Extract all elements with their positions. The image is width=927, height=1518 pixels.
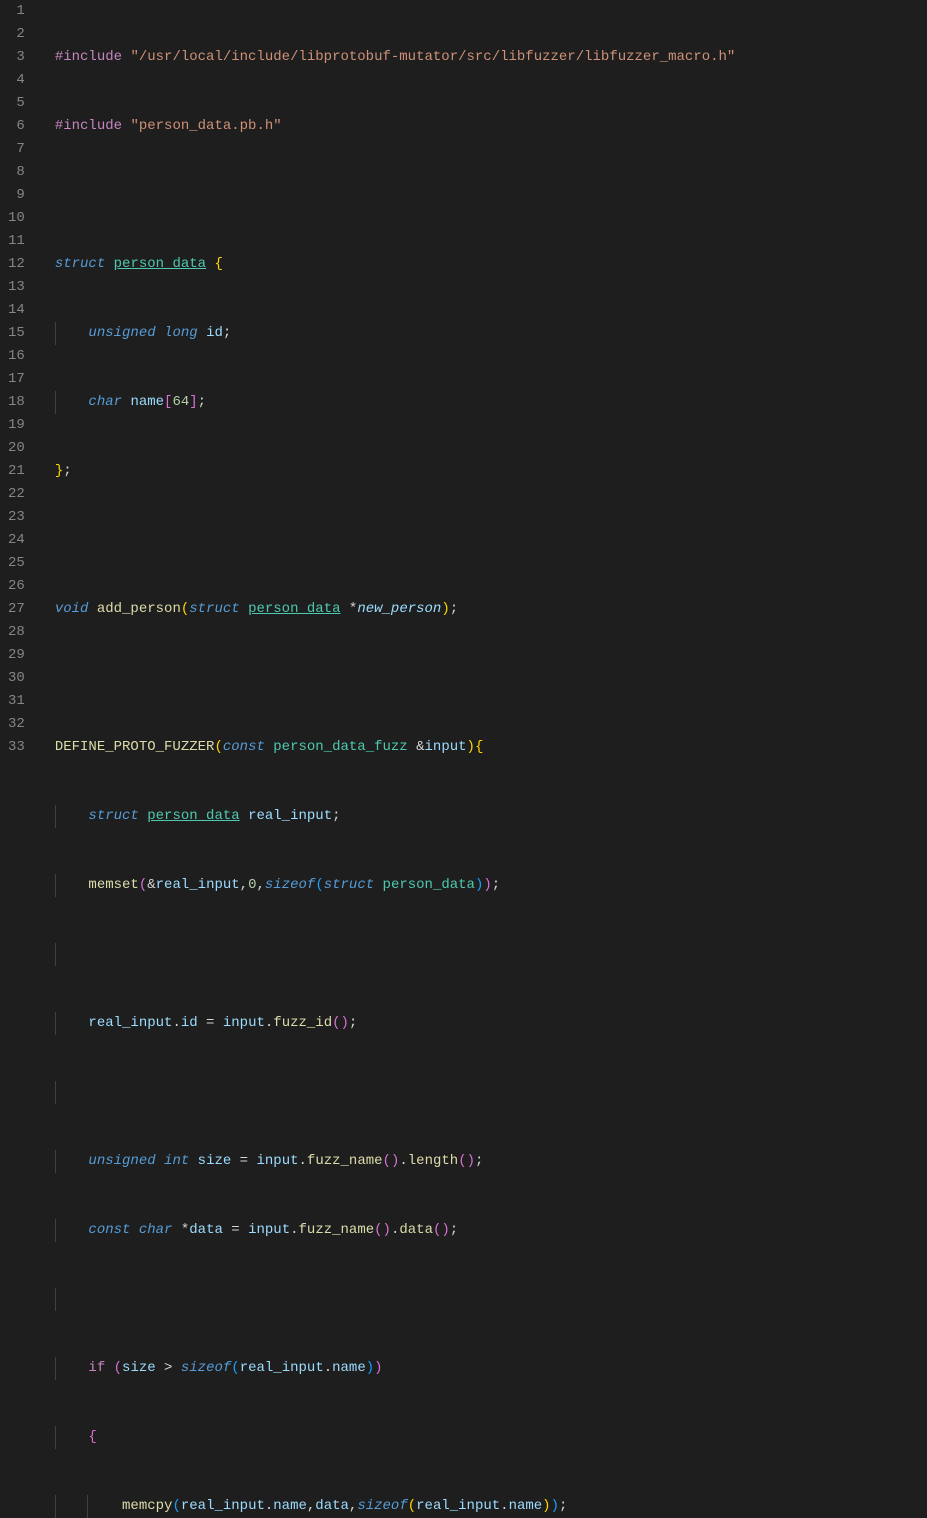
code-line[interactable]: struct person_data real_input; — [55, 805, 736, 828]
line-number: 30 — [8, 667, 25, 690]
line-number: 14 — [8, 299, 25, 322]
preprocessor: #include — [55, 118, 122, 134]
line-number: 25 — [8, 552, 25, 575]
brace: { — [214, 256, 222, 272]
keyword: const — [223, 739, 265, 755]
line-number: 2 — [8, 23, 25, 46]
code-line[interactable]: const char *data = input.fuzz_name().dat… — [55, 1219, 736, 1242]
type: person_data — [147, 808, 239, 824]
line-number: 11 — [8, 230, 25, 253]
code-line[interactable]: unsigned int size = input.fuzz_name().le… — [55, 1150, 736, 1173]
number: 0 — [248, 877, 256, 893]
line-number: 3 — [8, 46, 25, 69]
line-number: 9 — [8, 184, 25, 207]
operator: sizeof — [265, 877, 315, 893]
line-number: 28 — [8, 621, 25, 644]
line-number: 27 — [8, 598, 25, 621]
brace: { — [88, 1429, 96, 1445]
line-number: 17 — [8, 368, 25, 391]
code-line[interactable]: void add_person(struct person_data *new_… — [55, 598, 736, 621]
identifier: id — [206, 325, 223, 341]
function: memset — [88, 877, 138, 893]
macro: DEFINE_PROTO_FUZZER — [55, 739, 215, 755]
keyword-if: if — [88, 1360, 105, 1376]
code-line[interactable]: memset(&real_input,0,sizeof(struct perso… — [55, 874, 736, 897]
line-number: 24 — [8, 529, 25, 552]
keyword: void — [55, 601, 89, 617]
code-line[interactable]: DEFINE_PROTO_FUZZER(const person_data_fu… — [55, 736, 736, 759]
parameter: input — [425, 739, 467, 755]
line-number: 23 — [8, 506, 25, 529]
line-number: 8 — [8, 161, 25, 184]
keyword: char — [88, 394, 122, 410]
line-number: 10 — [8, 207, 25, 230]
line-number: 22 — [8, 483, 25, 506]
line-number: 18 — [8, 391, 25, 414]
keyword: struct — [189, 601, 239, 617]
brace: { — [475, 739, 483, 755]
code-line[interactable]: { — [55, 1426, 736, 1449]
code-line[interactable] — [55, 184, 736, 207]
line-number: 32 — [8, 713, 25, 736]
type: person_data_fuzz — [273, 739, 407, 755]
code-line[interactable]: real_input.id = input.fuzz_id(); — [55, 1012, 736, 1035]
line-number: 29 — [8, 644, 25, 667]
code-line[interactable] — [55, 1081, 736, 1104]
code-line[interactable]: char name[64]; — [55, 391, 736, 414]
line-number: 33 — [8, 736, 25, 759]
code-editor[interactable]: 1 2 3 4 5 6 7 8 9 10 11 12 13 14 15 16 1… — [0, 0, 927, 759]
line-number: 1 — [8, 0, 25, 23]
code-line[interactable] — [55, 667, 736, 690]
string: "person_data.pb.h" — [130, 118, 281, 134]
line-number: 7 — [8, 138, 25, 161]
keyword: long — [164, 325, 198, 341]
code-line[interactable]: struct person_data { — [55, 253, 736, 276]
line-number: 26 — [8, 575, 25, 598]
preprocessor: #include — [55, 49, 122, 65]
line-number: 12 — [8, 253, 25, 276]
code-area[interactable]: #include "/usr/local/include/libprotobuf… — [43, 0, 736, 759]
code-line[interactable] — [55, 943, 736, 966]
line-number: 15 — [8, 322, 25, 345]
identifier: name — [130, 394, 164, 410]
string: "/usr/local/include/libprotobuf-mutator/… — [130, 49, 735, 65]
parameter: new_person — [357, 601, 441, 617]
keyword: unsigned — [88, 325, 155, 341]
code-line[interactable]: if (size > sizeof(real_input.name)) — [55, 1357, 736, 1380]
code-line[interactable]: unsigned long id; — [55, 322, 736, 345]
line-number: 6 — [8, 115, 25, 138]
keyword: struct — [88, 808, 138, 824]
code-line[interactable] — [55, 1288, 736, 1311]
identifier: real_input — [248, 808, 332, 824]
line-number-gutter: 1 2 3 4 5 6 7 8 9 10 11 12 13 14 15 16 1… — [0, 0, 43, 759]
number: 64 — [172, 394, 189, 410]
code-line[interactable]: memcpy(real_input.name,data,sizeof(real_… — [55, 1495, 736, 1518]
line-number: 21 — [8, 460, 25, 483]
code-line[interactable] — [55, 529, 736, 552]
line-number: 31 — [8, 690, 25, 713]
line-number: 19 — [8, 414, 25, 437]
code-line[interactable]: }; — [55, 460, 736, 483]
line-number: 4 — [8, 69, 25, 92]
code-line[interactable]: #include "/usr/local/include/libprotobuf… — [55, 46, 736, 69]
function: add_person — [97, 601, 181, 617]
line-number: 5 — [8, 92, 25, 115]
line-number: 13 — [8, 276, 25, 299]
keyword: struct — [55, 256, 105, 272]
line-number: 20 — [8, 437, 25, 460]
brace: } — [55, 463, 63, 479]
code-line[interactable]: #include "person_data.pb.h" — [55, 115, 736, 138]
type: person_data — [114, 256, 206, 272]
type: person_data — [248, 601, 340, 617]
line-number: 16 — [8, 345, 25, 368]
